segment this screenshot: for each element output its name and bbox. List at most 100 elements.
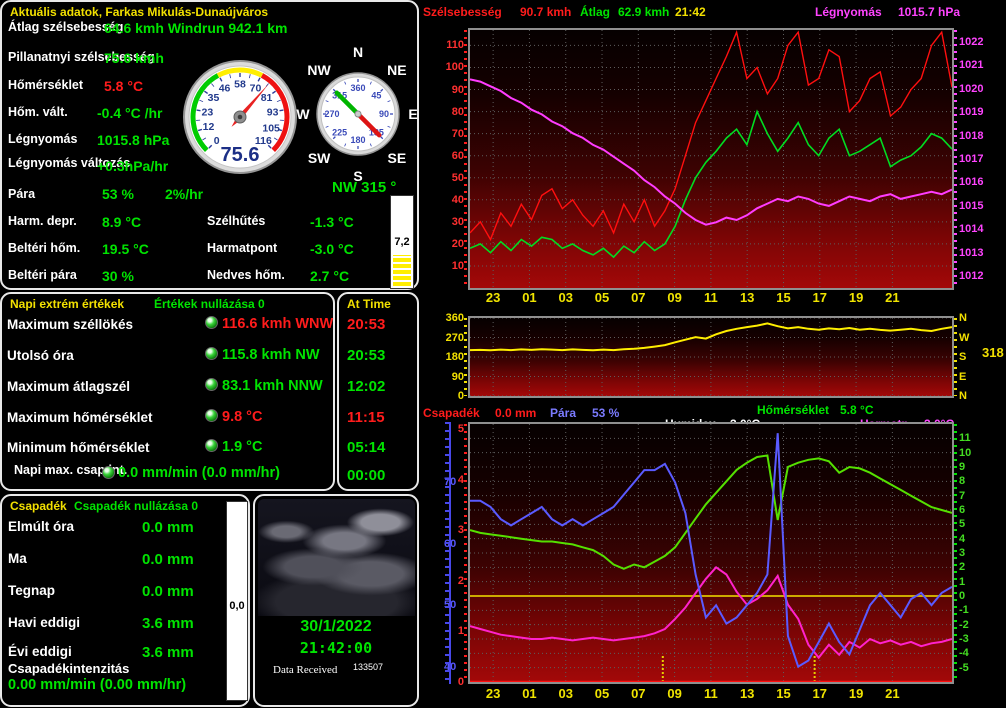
extreme-label: Maximum széllökés [7, 318, 133, 333]
value-pressure: 1015.8 hPa [97, 132, 169, 148]
extreme-label: Utolsó óra [7, 349, 74, 364]
svg-text:75.6: 75.6 [221, 144, 260, 166]
label-humidity-deficit: Harm. depr. [8, 215, 77, 229]
status-led [205, 347, 218, 360]
status-led [205, 409, 218, 422]
compass-dir-w: W [296, 106, 309, 122]
extreme-label: Maximum hőmérséklet [7, 411, 153, 426]
svg-text:23: 23 [202, 107, 214, 119]
direction-letter-labels: NWSEN [959, 318, 979, 396]
pressure-value: 1015.7 hPa [898, 5, 960, 19]
extremes-reset-label[interactable]: Értékek nullázása 0 [154, 297, 265, 311]
value-pressure-change: +0.3hPa/hr [97, 158, 168, 174]
rain-value: 3.6 mm [142, 615, 194, 632]
wind-bar-value: 7,2 [391, 236, 413, 248]
status-led [205, 316, 218, 329]
direction-reading: 318 [982, 345, 1004, 360]
svg-text:81: 81 [261, 92, 273, 104]
label-pressure-change: Légnyomás változás [8, 154, 98, 172]
wind-avg-label: Átlag [580, 5, 610, 19]
humidity-series-label: Pára [550, 406, 576, 420]
wind-speed-gauge: 0122335465870819310511675.6 [182, 59, 298, 175]
wind-plot-area [468, 28, 954, 290]
current-conditions-panel: Aktuális adatok, Farkas Mikulás-Dunaújvá… [0, 0, 419, 290]
extreme-value: 9.8 °C [222, 409, 262, 425]
label-windchill: Szélhűtés [207, 215, 265, 229]
svg-text:360: 360 [350, 83, 365, 93]
extreme-time: 05:14 [347, 439, 385, 456]
svg-text:12: 12 [203, 121, 215, 133]
rain-axis-ticks [464, 424, 467, 682]
humidity-axis-labels: 70605040 [422, 424, 444, 682]
value-humidity-deficit: 8.9 °C [102, 214, 141, 230]
direction-axis-labels: 360270180900 [420, 318, 464, 396]
extreme-value: 1.9 °C [222, 439, 262, 455]
rain-value: 0.0 mm [142, 583, 194, 600]
status-led [102, 466, 115, 479]
status-led [205, 378, 218, 391]
extreme-time: 20:53 [347, 316, 385, 333]
label-current-wind: Pillanatnyi szélsebesség [8, 48, 104, 66]
value-dewpoint: -3.0 °C [310, 241, 354, 257]
extreme-value: 0.0 mm/min (0.0 mm/hr) [118, 465, 280, 481]
value-temperature: 5.8 °C [104, 78, 143, 94]
extreme-time: 00:00 [347, 467, 385, 484]
wind-chart-label: Szélsebesség [423, 5, 502, 19]
svg-text:105: 105 [262, 122, 280, 134]
extreme-time: 11:15 [347, 409, 385, 426]
webcam-time: 21:42:00 [255, 639, 417, 657]
panel-title: Aktuális adatok, Farkas Mikulás-Dunaújvá… [10, 5, 268, 19]
label-temperature: Hőmérséklet [8, 79, 83, 93]
rain-label: Ma [8, 552, 27, 567]
svg-text:58: 58 [234, 79, 246, 91]
data-received-code: 133507 [353, 662, 383, 672]
temphum-chart-xaxis: 230103050709111315171921 [470, 686, 952, 702]
compass-dir-n: N [353, 44, 363, 60]
extreme-label: Minimum hőmérséklet [7, 441, 150, 456]
value-humidity: 53 % [102, 186, 134, 202]
weather-dashboard: Aktuális adatok, Farkas Mikulás-Dunaújvá… [0, 0, 1006, 708]
wind-compass: 3604590135180225270315 [316, 72, 400, 156]
label-indoor-temp: Beltéri hőm. [8, 242, 80, 256]
wind-speed-chart: Szélsebesség 90.7 kmh Átlag 62.9 kmh 21:… [420, 0, 1006, 305]
svg-text:180: 180 [350, 135, 365, 145]
svg-text:45: 45 [371, 91, 381, 101]
value-wetbulb: 2.7 °C [310, 268, 349, 284]
attime-title: At Time [347, 297, 391, 311]
extreme-label: Maximum átlagszél [7, 380, 130, 395]
compass-reading: NW 315 ° [332, 179, 396, 196]
rain-intensity-value: 0.00 mm/min (0.00 mm/hr) [8, 677, 186, 693]
rain-reset-label[interactable]: Csapadék nullázása 0 [74, 499, 198, 513]
wind-avg-value: 62.9 kmh [618, 5, 669, 19]
label-pressure: Légnyomás [8, 133, 77, 147]
rain-intensity-label: Csapadékintenzitás [8, 662, 129, 676]
svg-text:90: 90 [379, 109, 389, 119]
label-humidity: Pára [8, 188, 35, 202]
rain-value: 0.0 mm [142, 519, 194, 536]
svg-text:93: 93 [267, 107, 279, 119]
label-avg-wind: Átlag szélsebesség [8, 18, 104, 36]
rain-bar-value: 0,0 [227, 600, 247, 612]
rain-value: 0.0 mm [142, 551, 194, 568]
rain-title: Csapadék [10, 499, 67, 513]
temp-series-value: 5.8 °C [840, 403, 873, 417]
temp-humidity-chart: Csapadék 0.0 mm Pára 53 % Hőmérséklet 5.… [420, 405, 1006, 708]
pressure-axis-labels: 1022102110201019101810171016101510141013… [959, 30, 1005, 288]
humidity-series-value: 53 % [592, 406, 619, 420]
webcam-date: 30/1/2022 [255, 618, 417, 636]
rain-series-label: Csapadék [423, 406, 480, 420]
rain-label: Havi eddigi [8, 616, 80, 631]
value-temp-change: -0.4 °C /hr [97, 105, 163, 121]
svg-text:225: 225 [332, 127, 347, 137]
at-time-panel: At Time 20:53 20:53 12:02 11:15 05:14 00… [337, 292, 419, 491]
svg-text:46: 46 [219, 82, 231, 94]
daily-extremes-panel: Napi extrém értékek Értékek nullázása 0 … [0, 292, 335, 491]
extreme-time: 12:02 [347, 378, 385, 395]
wind-axis-ticks [464, 30, 467, 288]
wind-direction-chart: 360270180900 NWSEN 318 [420, 305, 1006, 405]
data-received-label: Data Received [273, 664, 337, 676]
wind-bar-gauge: 7,2 [390, 195, 414, 289]
pressure-label: Légnyomás [815, 5, 882, 19]
pressure-axis-ticks [954, 30, 957, 288]
value-humidity-change: 2%/hr [165, 186, 203, 202]
